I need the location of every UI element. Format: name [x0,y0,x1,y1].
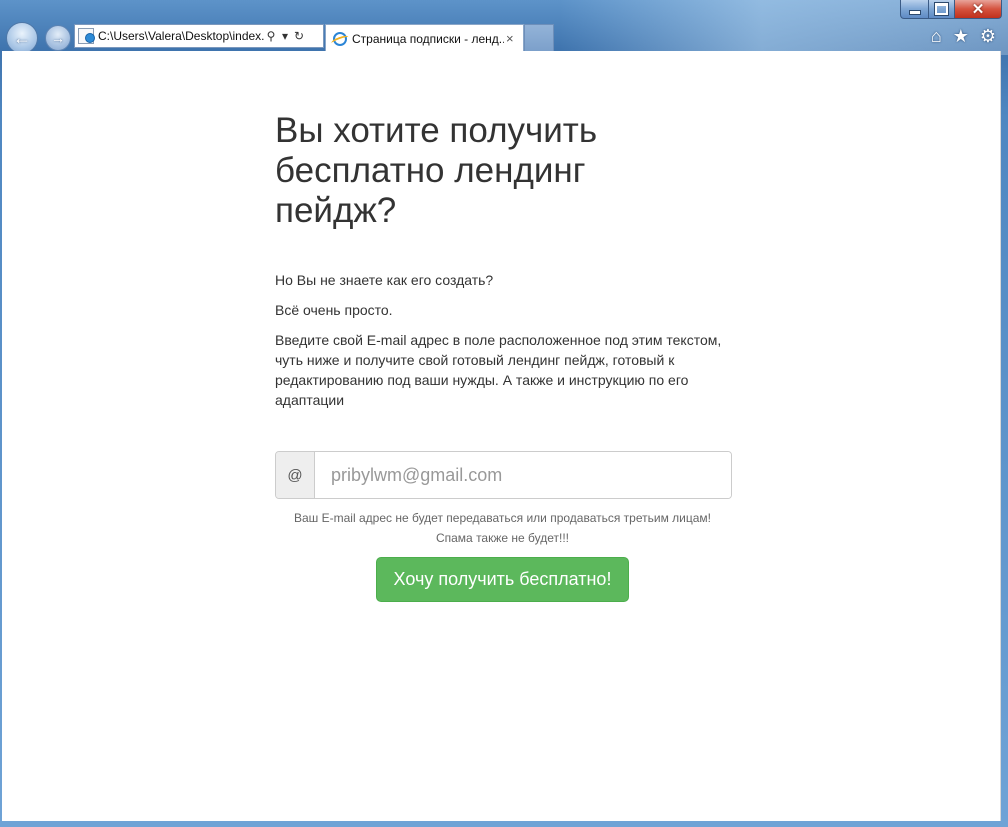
favorites-icon[interactable]: ★ [953,26,969,46]
simple-text: Всё очень просто. [275,302,393,318]
browser-window: ✕ ← → C:\Users\Valera\Desktop\index. ⚲ ▾… [0,0,1008,827]
new-tab-button[interactable] [524,24,554,52]
page-icon [78,28,95,44]
address-bar[interactable]: C:\Users\Valera\Desktop\index. ⚲ ▾ ↻ [74,24,324,48]
instruction-text: Введите свой E-mail адрес в поле располо… [275,332,722,408]
spam-note: Спама также не будет!!! [435,531,570,545]
forward-arrow-icon: → [51,30,65,46]
back-button[interactable]: ← [6,22,38,54]
home-icon[interactable]: ⌂ [931,26,942,46]
tools-icon[interactable]: ⚙ [980,26,996,46]
maximize-button[interactable] [929,0,955,19]
close-icon: ✕ [971,0,985,18]
ie-icon [333,31,347,46]
forward-button[interactable]: → [45,25,71,51]
at-addon: @ [276,452,315,498]
close-window-button[interactable]: ✕ [955,0,1002,19]
email-input-group: @ [275,451,732,499]
tab-active[interactable]: Страница подписки - ленд... × [325,24,524,52]
minimize-icon [908,9,921,15]
refresh-icon[interactable]: ↻ [292,29,306,43]
tab-title: Страница подписки - ленд... [352,31,504,46]
maximize-icon [935,3,948,15]
minimize-button[interactable] [900,0,929,19]
get-free-button[interactable]: Хочу получить бесплатно! [376,557,629,602]
search-icon[interactable]: ⚲ [264,29,278,43]
viewport-edge [1000,51,1001,821]
back-arrow-icon: ← [13,28,31,48]
window-controls: ✕ [900,0,1002,19]
page-heading: Вы хотите получить бесплатно лендинг пей… [275,111,598,230]
toolbar-icons: ⌂ ★ ⚙ [931,26,996,46]
address-text[interactable]: C:\Users\Valera\Desktop\index. [98,29,264,43]
dropdown-icon[interactable]: ▾ [278,29,292,43]
email-input[interactable] [315,452,731,498]
tab-close-icon[interactable]: × [506,31,514,46]
privacy-note: Ваш E-mail адрес не будет передаваться и… [294,511,711,525]
page-viewport: Вы хотите получить бесплатно лендинг пей… [2,51,1001,821]
intro-text: Но Вы не знаете как его создать? [275,272,494,288]
